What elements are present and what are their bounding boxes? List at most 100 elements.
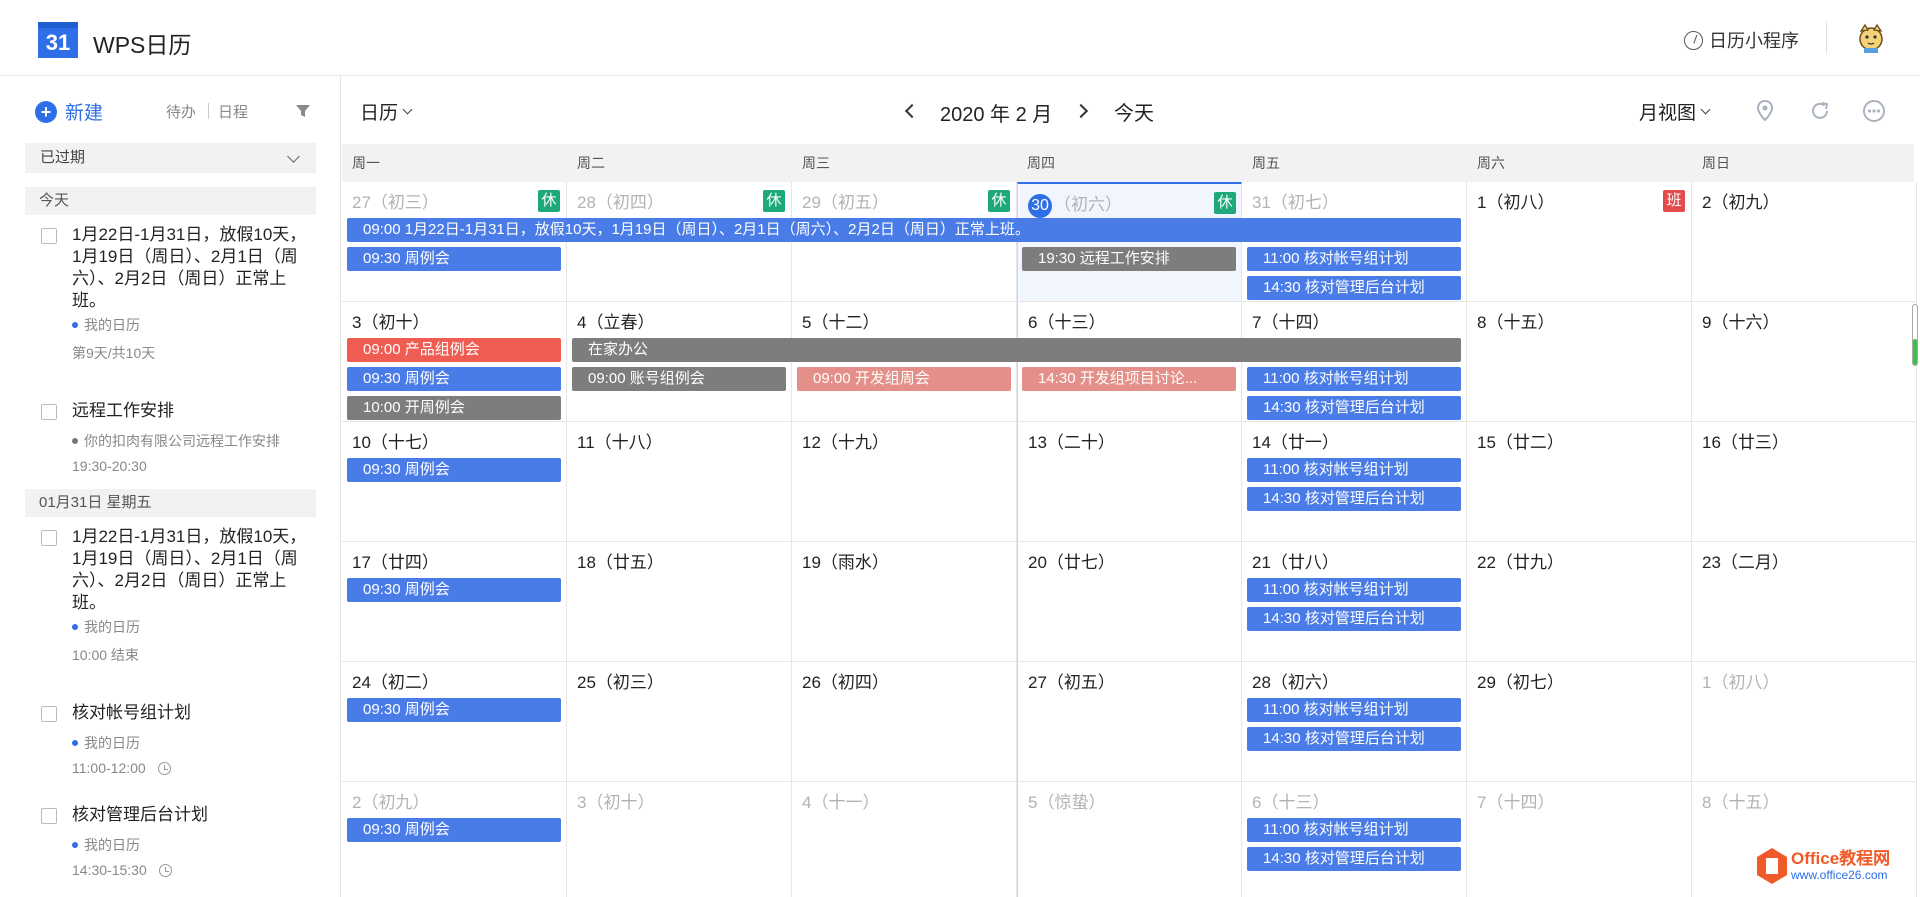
event-chip[interactable]: 10:00 开周例会	[347, 396, 561, 420]
event-chip[interactable]: 09:00 产品组例会	[347, 338, 561, 362]
day-cell[interactable]: 1（初八）	[1692, 662, 1917, 782]
more-options-icon[interactable]	[1861, 98, 1887, 124]
calendar-select[interactable]: 日历	[360, 98, 413, 125]
day-cell[interactable]: 5（惊蛰）	[1017, 782, 1242, 897]
day-cell[interactable]: 6（十三）	[1017, 302, 1242, 422]
day-cell-today[interactable]: 30 （初六） 休	[1017, 182, 1242, 302]
event-chip[interactable]: 14:30 开发组项目讨论...	[1022, 367, 1236, 391]
day-cell[interactable]: 3（初十）	[567, 782, 792, 897]
event-chip[interactable]: 14:30 核对管理后台计划	[1247, 276, 1461, 300]
day-cell[interactable]: 19（雨水）	[792, 542, 1017, 662]
day-cell[interactable]: 14（廿一）	[1242, 422, 1467, 542]
day-cell[interactable]: 21（廿八）	[1242, 542, 1467, 662]
day-cell[interactable]: 5（十二）	[792, 302, 1017, 422]
day-cell[interactable]: 20（廿七）	[1017, 542, 1242, 662]
day-cell[interactable]: 25（初三）	[567, 662, 792, 782]
day-cell[interactable]: 8（十五）	[1467, 302, 1692, 422]
refresh-icon[interactable]	[1807, 98, 1833, 124]
new-button[interactable]: + 新建	[35, 98, 103, 125]
schedule-time: 10:00 结束	[72, 647, 139, 663]
event-chip[interactable]: 09:00 开发组周会	[797, 367, 1011, 391]
schedule-time: 14:30-15:30	[72, 862, 172, 878]
tab-schedule[interactable]: 日程	[218, 101, 248, 122]
todo-checkbox[interactable]	[41, 530, 57, 546]
prev-month-icon[interactable]	[904, 103, 920, 119]
day-cell[interactable]: 12（十九）	[792, 422, 1017, 542]
day-cell[interactable]: 29（初五） 休	[792, 182, 1017, 302]
day-label: 26（初四）	[802, 673, 889, 692]
day-cell[interactable]: 28（初四） 休	[567, 182, 792, 302]
day-cell[interactable]: 2（初九）	[1692, 182, 1917, 302]
day-cell[interactable]: 24（初二）	[342, 662, 567, 782]
day-cell[interactable]: 4（十一）	[792, 782, 1017, 897]
day-cell[interactable]: 29（初七）	[1467, 662, 1692, 782]
day-label: 7（十四）	[1252, 313, 1330, 332]
schedule-item[interactable]: 核对帐号组计划 我的日历 11:00-12:00	[25, 702, 316, 776]
event-chip[interactable]: 19:30 远程工作安排	[1022, 247, 1236, 271]
event-chip[interactable]: 11:00 核对帐号组计划	[1247, 458, 1461, 482]
day-cell[interactable]: 18（廿五）	[567, 542, 792, 662]
scrollbar[interactable]	[1912, 304, 1918, 366]
today-date-number: 30	[1028, 194, 1052, 218]
day-cell[interactable]: 22（廿九）	[1467, 542, 1692, 662]
day-cell[interactable]: 1（初八） 班	[1467, 182, 1692, 302]
event-chip[interactable]: 在家办公	[572, 338, 1461, 362]
event-chip[interactable]: 09:30 周例会	[347, 818, 561, 842]
event-chip[interactable]: 11:00 核对帐号组计划	[1247, 818, 1461, 842]
tab-todo[interactable]: 待办	[166, 101, 196, 122]
day-cell[interactable]: 13（二十）	[1017, 422, 1242, 542]
event-chip[interactable]: 14:30 核对管理后台计划	[1247, 727, 1461, 751]
event-chip[interactable]: 14:30 核对管理后台计划	[1247, 396, 1461, 420]
avatar[interactable]	[1856, 22, 1886, 54]
event-chip[interactable]: 09:00 账号组例会	[572, 367, 786, 391]
todo-checkbox[interactable]	[41, 706, 57, 722]
today-button[interactable]: 今天	[1114, 97, 1154, 126]
todo-checkbox[interactable]	[41, 404, 57, 420]
event-chip[interactable]: 09:30 周例会	[347, 247, 561, 271]
event-chip[interactable]: 14:30 核对管理后台计划	[1247, 487, 1461, 511]
day-cell[interactable]: 17（廿四）	[342, 542, 567, 662]
event-chip[interactable]: 11:00 核对帐号组计划	[1247, 367, 1461, 391]
next-month-icon[interactable]	[1073, 103, 1089, 119]
schedule-item[interactable]: 远程工作安排 你的扣肉有限公司远程工作安排 19:30-20:30	[25, 400, 316, 474]
event-chip[interactable]: 14:30 核对管理后台计划	[1247, 847, 1461, 871]
expired-section-toggle[interactable]: 已过期	[25, 143, 316, 173]
todo-checkbox[interactable]	[41, 808, 57, 824]
event-chip[interactable]: 11:00 核对帐号组计划	[1247, 698, 1461, 722]
view-select[interactable]: 月视图	[1639, 98, 1711, 125]
schedule-time: 第9天/共10天	[72, 345, 156, 361]
event-chip[interactable]: 09:30 周例会	[347, 698, 561, 722]
day-cell[interactable]: 10（十七）	[342, 422, 567, 542]
filter-icon[interactable]	[295, 103, 311, 119]
event-chip[interactable]: 09:30 周例会	[347, 458, 561, 482]
location-pin-icon[interactable]	[1752, 98, 1778, 124]
todo-checkbox[interactable]	[41, 228, 57, 244]
schedule-item[interactable]: 核对管理后台计划 我的日历 14:30-15:30	[25, 804, 316, 878]
weekday-label: 周四	[1027, 155, 1055, 171]
day-cell[interactable]: 11（十八）	[567, 422, 792, 542]
event-chip[interactable]: 11:00 核对帐号组计划	[1247, 578, 1461, 602]
event-chip[interactable]: 09:30 周例会	[347, 578, 561, 602]
day-cell[interactable]: 23（二月）	[1692, 542, 1917, 662]
mini-program-link[interactable]: 日历小程序	[1684, 27, 1799, 53]
schedule-item[interactable]: 1月22日-1月31日，放假10天，1月19日（周日）、2月1日（周六）、2月2…	[25, 224, 316, 361]
day-cell[interactable]: 27（初三） 休	[342, 182, 567, 302]
day-cell[interactable]: 4（立春）	[567, 302, 792, 422]
calendar-select-label: 日历	[360, 103, 399, 124]
day-cell[interactable]: 7（十四）	[1467, 782, 1692, 897]
event-chip[interactable]: 09:00 1月22日-1月31日，放假10天，1月19日（周日）、2月1日（周…	[347, 218, 1461, 242]
day-cell[interactable]: 16（廿三）	[1692, 422, 1917, 542]
day-cell[interactable]: 28（初六）	[1242, 662, 1467, 782]
calendar-color-dot	[72, 438, 78, 444]
schedule-item[interactable]: 1月22日-1月31日，放假10天，1月19日（周日）、2月1日（周六）、2月2…	[25, 526, 316, 663]
day-cell[interactable]: 27（初五）	[1017, 662, 1242, 782]
day-cell[interactable]: 26（初四）	[792, 662, 1017, 782]
event-chip[interactable]: 09:30 周例会	[347, 367, 561, 391]
event-chip[interactable]: 11:00 核对帐号组计划	[1247, 247, 1461, 271]
day-cell[interactable]: 15（廿二）	[1467, 422, 1692, 542]
holiday-badge: 休	[1214, 192, 1236, 214]
day-cell[interactable]: 9（十六）	[1692, 302, 1917, 422]
event-chip[interactable]: 14:30 核对管理后台计划	[1247, 607, 1461, 631]
schedule-time: 11:00-12:00	[72, 760, 171, 776]
day-label: 20（廿七）	[1028, 553, 1115, 572]
